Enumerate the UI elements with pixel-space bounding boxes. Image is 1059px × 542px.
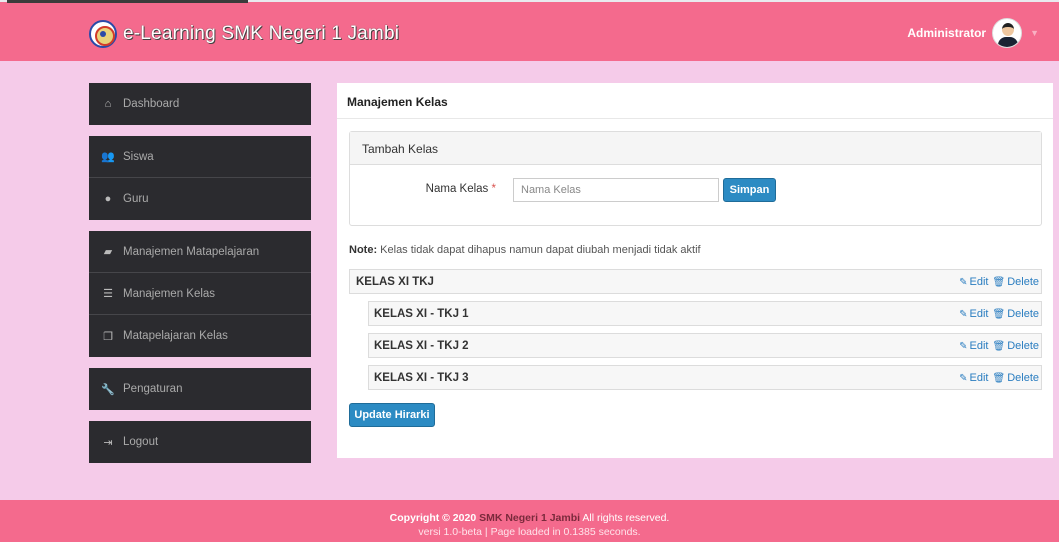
edit-link[interactable]: ✎ Edit xyxy=(959,308,988,320)
delete-link[interactable]: 🗑 Delete xyxy=(993,276,1040,288)
class-name-label: Nama Kelas * xyxy=(425,183,496,195)
sidebar-item-label: Matapelajaran Kelas xyxy=(123,330,228,342)
sidebar-item-guru[interactable]: ● Guru xyxy=(89,178,311,220)
sidebar-item-label: Manajemen Matapelajaran xyxy=(123,245,260,258)
app-title: e-Learning SMK Negeri 1 Jambi xyxy=(123,23,400,44)
panel-title: Tambah Kelas xyxy=(350,132,1041,165)
sidebar-item-label: Pengaturan xyxy=(123,383,183,395)
sidebar-item-label: Manajemen Kelas xyxy=(123,287,216,300)
sidebar-menu: ⌂ Dashboard 👥 Siswa ● Guru ▰ Manajemen Matapela… xyxy=(89,83,311,474)
copy-icon: ❐ xyxy=(103,330,113,343)
home-icon: ⌂ xyxy=(104,98,112,110)
edit-icon: ✎ xyxy=(959,340,968,352)
update-hierarchy-button[interactable]: Update Hirarki xyxy=(349,403,435,427)
class-name: KELAS XI - TKJ 1 xyxy=(374,307,469,320)
footer-copyright: Copyright © 2020 SMK Negeri 1 Jambi All … xyxy=(389,512,670,524)
row-actions: ✎ Edit 🗑 Delete xyxy=(959,308,1039,320)
required-mark: * xyxy=(491,183,496,195)
footer-version: versi 1.0-beta | Page loaded in 0.1385 s… xyxy=(418,526,641,538)
trash-icon: 🗑 xyxy=(992,276,1006,288)
class-tree-item[interactable]: KELAS XI - TKJ 1 ✎ Edit 🗑 Delete xyxy=(368,301,1042,326)
row-actions: ✎ Edit 🗑 Delete xyxy=(959,372,1039,384)
sidebar-item-label: Siswa xyxy=(123,150,154,163)
sidebar-item-manajemen-matapelajaran[interactable]: ▰ Manajemen Matapelajaran xyxy=(89,231,311,273)
sidebar-group: 👥 Siswa ● Guru xyxy=(89,136,311,220)
avatar[interactable] xyxy=(992,18,1023,48)
row-actions: ✎ Edit 🗑 Delete xyxy=(959,276,1039,288)
delete-link[interactable]: 🗑 Delete xyxy=(993,308,1040,320)
trash-icon: 🗑 xyxy=(992,340,1006,352)
sidebar-group: ⇥ Logout xyxy=(89,421,311,463)
row-actions: ✎ Edit 🗑 Delete xyxy=(959,340,1039,352)
footer-school-link[interactable]: SMK Negeri 1 Jambi xyxy=(479,512,580,524)
sidebar-item-label: Logout xyxy=(123,436,159,448)
save-button[interactable]: Simpan xyxy=(723,178,776,202)
chevron-down-icon[interactable]: ▼ xyxy=(1030,28,1039,38)
form-row: Nama Kelas * Simpan xyxy=(350,178,1041,202)
trash-icon: 🗑 xyxy=(992,308,1006,320)
note-text: Note: Kelas tidak dapat dihapus namun da… xyxy=(349,244,701,256)
sidebar-item-pengaturan[interactable]: 🔧 Pengaturan xyxy=(89,368,311,410)
top-navbar: e-Learning SMK Negeri 1 Jambi Administra… xyxy=(0,0,1059,61)
sidebar-item-dashboard[interactable]: ⌂ Dashboard xyxy=(89,83,311,125)
sidebar-item-logout[interactable]: ⇥ Logout xyxy=(89,421,311,463)
school-logo-icon xyxy=(89,20,117,48)
class-tree-item[interactable]: KELAS XI TKJ ✎ Edit 🗑 Delete xyxy=(349,269,1042,294)
trash-icon: 🗑 xyxy=(992,372,1006,384)
sidebar-item-siswa[interactable]: 👥 Siswa xyxy=(89,136,311,178)
sidebar-group: ▰ Manajemen Matapelajaran ☰ Manajemen Kelas… xyxy=(89,231,311,357)
sidebar-item-label: Dashboard xyxy=(123,98,180,110)
sidebar-group: ⌂ Dashboard xyxy=(89,83,311,125)
sidebar-item-label: Guru xyxy=(123,193,149,205)
class-tree-item[interactable]: KELAS XI - TKJ 3 ✎ Edit 🗑 Delete xyxy=(368,365,1042,390)
footer: Copyright © 2020 SMK Negeri 1 Jambi All … xyxy=(0,500,1059,542)
user-icon: ● xyxy=(104,193,112,205)
sidebar-item-manajemen-kelas[interactable]: ☰ Manajemen Kelas xyxy=(89,273,311,315)
class-name: KELAS XI - TKJ 2 xyxy=(374,339,469,352)
edit-icon: ✎ xyxy=(959,308,968,320)
class-name: KELAS XI - TKJ 3 xyxy=(374,371,469,384)
class-name-input[interactable] xyxy=(513,178,719,202)
list-icon: ☰ xyxy=(103,288,113,300)
signout-icon: ⇥ xyxy=(103,436,113,449)
users-icon: 👥 xyxy=(101,151,115,163)
page-title: Manajemen Kelas xyxy=(337,83,1053,119)
delete-link[interactable]: 🗑 Delete xyxy=(993,372,1040,384)
user-name: Administrator xyxy=(907,26,987,40)
class-tree-item[interactable]: KELAS XI - TKJ 2 ✎ Edit 🗑 Delete xyxy=(368,333,1042,358)
book-icon: ▰ xyxy=(103,246,113,258)
add-class-panel: Tambah Kelas Nama Kelas * Simpan xyxy=(349,131,1042,226)
wrench-icon: 🔧 xyxy=(101,383,115,396)
delete-link[interactable]: 🗑 Delete xyxy=(993,340,1040,352)
sidebar-item-matapelajaran-kelas[interactable]: ❐ Matapelajaran Kelas xyxy=(89,315,311,357)
edit-link[interactable]: ✎ Edit xyxy=(959,372,988,384)
edit-link[interactable]: ✎ Edit xyxy=(959,340,988,352)
sidebar-group: 🔧 Pengaturan xyxy=(89,368,311,410)
user-menu[interactable]: Administrator ▼ xyxy=(907,18,1039,48)
class-name: KELAS XI TKJ xyxy=(356,275,434,288)
edit-icon: ✎ xyxy=(959,372,968,384)
main-card: Manajemen Kelas Tambah Kelas Nama Kelas … xyxy=(337,83,1053,458)
edit-link[interactable]: ✎ Edit xyxy=(959,276,988,288)
edit-icon: ✎ xyxy=(959,276,968,288)
brand[interactable]: e-Learning SMK Negeri 1 Jambi xyxy=(89,20,399,48)
class-hierarchy-tree: KELAS XI TKJ ✎ Edit 🗑 Delete KELAS XI - TKJ 1… xyxy=(349,269,1042,390)
navbar-accent-line xyxy=(7,0,248,3)
